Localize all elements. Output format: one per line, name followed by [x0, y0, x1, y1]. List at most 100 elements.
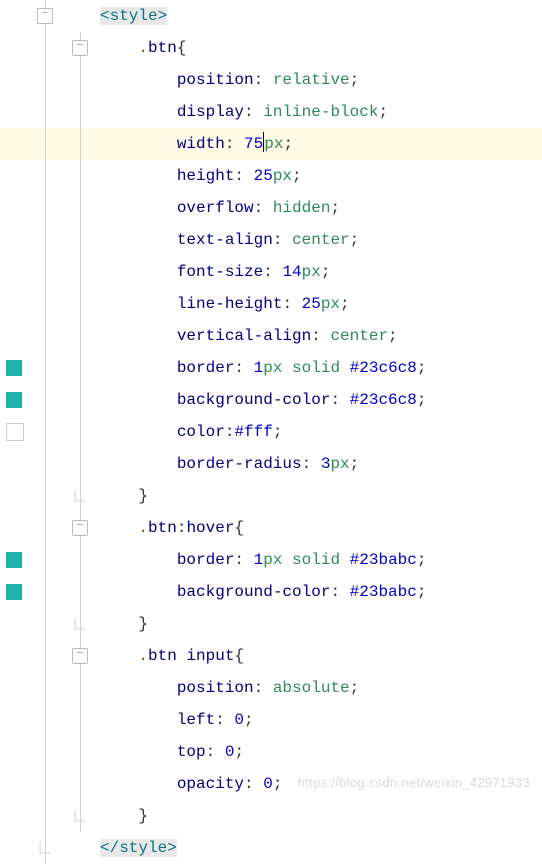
fold-gutter-outer[interactable] [30, 256, 60, 288]
code-text[interactable]: display: inline-block; [100, 96, 542, 128]
code-line[interactable]: − .btn input{ [0, 640, 542, 672]
marker-gutter[interactable] [0, 192, 30, 224]
code-text[interactable]: border: 1px solid #23c6c8; [100, 352, 542, 384]
marker-gutter[interactable] [0, 96, 30, 128]
code-line[interactable]: font-size: 14px; [0, 256, 542, 288]
fold-gutter-outer[interactable] [30, 512, 60, 544]
code-text[interactable]: vertical-align: center; [100, 320, 542, 352]
fold-gutter-outer[interactable] [30, 544, 60, 576]
code-line[interactable]: height: 25px; [0, 160, 542, 192]
fold-gutter-inner[interactable] [60, 288, 100, 320]
code-line[interactable]: } [0, 480, 542, 512]
code-line[interactable]: position: relative; [0, 64, 542, 96]
marker-gutter[interactable] [0, 576, 30, 608]
fold-toggle-icon[interactable]: − [72, 520, 88, 536]
code-line[interactable]: text-align: center; [0, 224, 542, 256]
fold-gutter-outer[interactable] [30, 320, 60, 352]
code-text[interactable]: background-color: #23c6c8; [100, 384, 542, 416]
fold-gutter-inner[interactable] [60, 608, 100, 640]
code-text[interactable]: line-height: 25px; [100, 288, 542, 320]
color-swatch-icon[interactable] [6, 584, 22, 600]
fold-gutter-inner[interactable] [60, 416, 100, 448]
code-text[interactable]: left: 0; [100, 704, 542, 736]
fold-gutter-outer[interactable] [30, 576, 60, 608]
color-swatch-icon[interactable] [6, 392, 22, 408]
marker-gutter[interactable] [0, 288, 30, 320]
fold-gutter-inner[interactable] [60, 576, 100, 608]
fold-gutter-inner[interactable] [60, 448, 100, 480]
fold-gutter-inner[interactable] [60, 192, 100, 224]
code-text[interactable]: position: absolute; [100, 672, 542, 704]
fold-gutter-outer[interactable] [30, 672, 60, 704]
fold-gutter-outer[interactable] [30, 448, 60, 480]
marker-gutter[interactable] [0, 448, 30, 480]
marker-gutter[interactable] [0, 352, 30, 384]
marker-gutter[interactable] [0, 768, 30, 800]
fold-gutter-inner[interactable] [60, 0, 100, 32]
marker-gutter[interactable] [0, 800, 30, 832]
fold-gutter-inner[interactable] [60, 832, 100, 864]
fold-gutter-inner[interactable] [60, 704, 100, 736]
marker-gutter[interactable] [0, 416, 30, 448]
marker-gutter[interactable] [0, 64, 30, 96]
fold-gutter-inner[interactable] [60, 64, 100, 96]
fold-toggle-icon[interactable]: − [72, 40, 88, 56]
fold-gutter-inner[interactable] [60, 320, 100, 352]
fold-gutter-inner[interactable] [60, 736, 100, 768]
code-line[interactable]: vertical-align: center; [0, 320, 542, 352]
fold-gutter-outer[interactable] [30, 480, 60, 512]
color-swatch-icon[interactable] [6, 360, 22, 376]
marker-gutter[interactable] [0, 672, 30, 704]
code-line[interactable]: </style> [0, 832, 542, 864]
code-line[interactable]: overflow: hidden; [0, 192, 542, 224]
code-text[interactable]: </style> [100, 832, 542, 864]
marker-gutter[interactable] [0, 32, 30, 64]
code-line[interactable]: } [0, 608, 542, 640]
marker-gutter[interactable] [0, 704, 30, 736]
fold-gutter-outer[interactable]: − [30, 0, 60, 32]
fold-gutter-inner[interactable]: − [60, 512, 100, 544]
code-text[interactable]: border-radius: 3px; [100, 448, 542, 480]
code-text[interactable]: text-align: center; [100, 224, 542, 256]
fold-gutter-inner[interactable] [60, 384, 100, 416]
marker-gutter[interactable] [0, 224, 30, 256]
code-text[interactable]: } [100, 800, 542, 832]
code-line[interactable]: border: 1px solid #23c6c8; [0, 352, 542, 384]
code-line[interactable]: − .btn:hover{ [0, 512, 542, 544]
fold-gutter-inner[interactable] [60, 160, 100, 192]
code-text[interactable]: .btn:hover{ [100, 512, 542, 544]
fold-gutter-inner[interactable] [60, 800, 100, 832]
code-line[interactable]: background-color: #23c6c8; [0, 384, 542, 416]
marker-gutter[interactable] [0, 640, 30, 672]
code-text[interactable]: background-color: #23babc; [100, 576, 542, 608]
code-line[interactable]: } [0, 800, 542, 832]
marker-gutter[interactable] [0, 544, 30, 576]
fold-gutter-inner[interactable] [60, 256, 100, 288]
fold-gutter-outer[interactable] [30, 608, 60, 640]
fold-gutter-outer[interactable] [30, 384, 60, 416]
fold-gutter-outer[interactable] [30, 832, 60, 864]
code-line[interactable]: position: absolute; [0, 672, 542, 704]
code-text[interactable]: <style> [100, 0, 542, 32]
fold-gutter-inner[interactable] [60, 96, 100, 128]
fold-toggle-icon[interactable]: − [72, 648, 88, 664]
code-line[interactable]: border-radius: 3px; [0, 448, 542, 480]
marker-gutter[interactable] [0, 832, 30, 864]
code-text[interactable]: overflow: hidden; [100, 192, 542, 224]
fold-gutter-inner[interactable]: − [60, 32, 100, 64]
fold-toggle-icon[interactable]: − [37, 8, 53, 24]
code-text[interactable]: .btn{ [100, 32, 542, 64]
fold-gutter-outer[interactable] [30, 416, 60, 448]
code-line[interactable]: left: 0; [0, 704, 542, 736]
marker-gutter[interactable] [0, 256, 30, 288]
code-line[interactable]: border: 1px solid #23babc; [0, 544, 542, 576]
fold-gutter-outer[interactable] [30, 288, 60, 320]
fold-gutter-outer[interactable] [30, 352, 60, 384]
code-text[interactable]: color:#fff; [100, 416, 542, 448]
code-text[interactable]: border: 1px solid #23babc; [100, 544, 542, 576]
color-swatch-icon[interactable] [6, 552, 22, 568]
fold-gutter-outer[interactable] [30, 640, 60, 672]
code-line[interactable]: line-height: 25px; [0, 288, 542, 320]
marker-gutter[interactable] [0, 384, 30, 416]
marker-gutter[interactable] [0, 608, 30, 640]
